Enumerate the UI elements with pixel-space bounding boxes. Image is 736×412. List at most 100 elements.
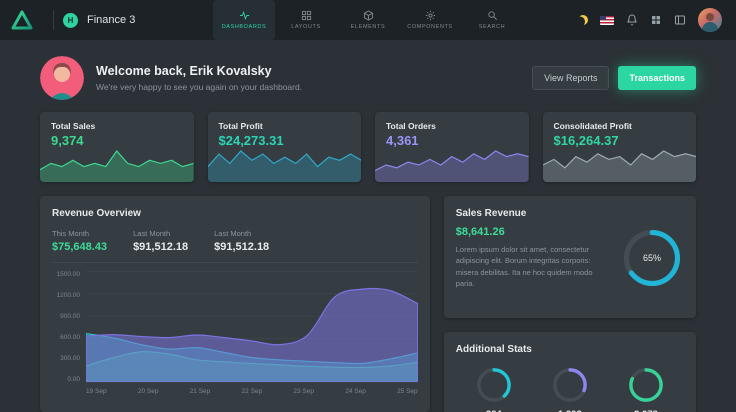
axis-tick: 24 Sep	[345, 388, 366, 395]
navbar-actions	[578, 8, 722, 32]
stat-value: $91,512.18	[133, 241, 188, 253]
stat-card-total-orders[interactable]: Total Orders 4,361	[375, 112, 529, 182]
logo-triangle-icon	[11, 10, 33, 30]
box-icon	[363, 10, 374, 21]
notifications-bell-icon[interactable]	[626, 14, 638, 26]
nav-label: ELEMENTS	[351, 24, 385, 30]
stat-label: Last Month	[133, 229, 188, 238]
nav-item-layouts[interactable]: LAYOUTS	[275, 0, 337, 40]
nav-label: LAYOUTS	[291, 24, 320, 30]
welcome-text: Welcome back, Erik Kovalsky We're very h…	[96, 64, 302, 92]
divider	[52, 262, 418, 263]
apps-grid-icon[interactable]	[650, 14, 662, 26]
main-menu: DASHBOARDS LAYOUTS ELEMENTS COMPONENTS S…	[213, 0, 523, 40]
stat-label: Consolidated Profit	[554, 121, 632, 131]
right-column: Sales Revenue $8,641.26 Lorem ipsum dolo…	[444, 196, 696, 412]
revenue-stats: This Month $75,648.43 Last Month $91,512…	[52, 229, 418, 253]
axis-tick: 22 Sep	[242, 388, 263, 395]
stat-label: Total Profit	[219, 121, 263, 131]
stat-card-total-sales[interactable]: Total Sales 9,374	[40, 112, 194, 182]
language-flag-us-icon[interactable]	[600, 16, 614, 25]
additional-stats-card: Additional Stats 264 1,203	[444, 332, 696, 412]
stat-cards-row: Total Sales 9,374 Total Profit $24,273.3…	[0, 112, 736, 182]
transactions-button[interactable]: Transactions	[618, 66, 696, 90]
axis-tick: 1500.00	[52, 271, 80, 278]
sales-body: $8,641.26 Lorem ipsum dolor sit amet, co…	[456, 226, 684, 290]
sales-description: Lorem ipsum dolor sit amet, consectetur …	[456, 244, 602, 289]
stat-label: This Month	[52, 229, 107, 238]
stat-value: $75,648.43	[52, 241, 107, 253]
donut-chart	[627, 366, 665, 404]
card-title: Sales Revenue	[456, 208, 684, 219]
profit-sparkline-chart	[208, 146, 362, 182]
nav-item-components[interactable]: COMPONENTS	[399, 0, 461, 40]
revenue-chart-area: 1500.001200.00900.00600.00300.000.00	[52, 271, 418, 383]
brand-area: H Finance 3	[0, 0, 135, 40]
brand-badge-icon: H	[63, 13, 78, 28]
stat-label: Total Sales	[51, 121, 95, 131]
sales-text: $8,641.26 Lorem ipsum dolor sit amet, co…	[456, 226, 602, 290]
nav-label: SEARCH	[479, 24, 506, 30]
stat-card-total-profit[interactable]: Total Profit $24,273.31	[208, 112, 362, 182]
avatar-illustration	[40, 56, 84, 100]
revenue-stat-this-month: This Month $75,648.43	[52, 229, 107, 253]
axis-tick: 21 Sep	[190, 388, 211, 395]
revenue-stat-last-month-2: Last Month $91,512.18	[214, 229, 269, 253]
welcome-header: Welcome back, Erik Kovalsky We're very h…	[0, 40, 736, 112]
orders-sparkline-chart	[375, 146, 529, 182]
axis-tick: 600.00	[52, 334, 80, 341]
axis-tick: 0.00	[52, 376, 80, 383]
sidebar-toggle-icon[interactable]	[674, 14, 686, 26]
dark-mode-moon-icon[interactable]	[578, 15, 588, 25]
mini-stat-3: 3,078	[627, 366, 665, 412]
nav-item-dashboards[interactable]: DASHBOARDS	[213, 0, 275, 40]
axis-tick: 23 Sep	[293, 388, 314, 395]
mini-stat-2: 1,203	[551, 366, 589, 412]
welcome-actions: View Reports Transactions	[532, 66, 696, 90]
app-logo[interactable]	[0, 0, 44, 40]
axis-tick: 25 Sep	[397, 388, 418, 395]
stat-value: $91,512.18	[214, 241, 269, 253]
revenue-chart-svg	[86, 271, 418, 382]
axis-tick: 900.00	[52, 313, 80, 320]
y-axis: 1500.001200.00900.00600.00300.000.00	[52, 271, 86, 383]
axis-tick: 300.00	[52, 355, 80, 362]
consolidated-sparkline-chart	[543, 146, 697, 182]
sales-amount: $8,641.26	[456, 226, 602, 238]
donut-chart	[551, 366, 589, 404]
revenue-overview-card: Revenue Overview This Month $75,648.43 L…	[40, 196, 430, 412]
donut-chart	[475, 366, 513, 404]
card-title: Revenue Overview	[52, 208, 418, 219]
user-avatar[interactable]	[698, 8, 722, 32]
nav-label: DASHBOARDS	[222, 24, 267, 30]
axis-tick: 19 Sep	[86, 388, 107, 395]
sales-revenue-card: Sales Revenue $8,641.26 Lorem ipsum dolo…	[444, 196, 696, 318]
mini-stat-1: 264	[475, 366, 513, 412]
sales-gauge: 65%	[620, 226, 684, 290]
nav-item-elements[interactable]: ELEMENTS	[337, 0, 399, 40]
nav-label: COMPONENTS	[407, 24, 452, 30]
view-reports-button[interactable]: View Reports	[532, 66, 609, 90]
sales-sparkline-chart	[40, 146, 194, 182]
page-title: Welcome back, Erik Kovalsky	[96, 64, 302, 78]
top-navbar: H Finance 3 DASHBOARDS LAYOUTS ELEMENTS …	[0, 0, 736, 40]
gear-icon	[425, 10, 436, 21]
x-axis: 19 Sep 20 Sep 21 Sep 22 Sep 23 Sep 24 Sep 25 S…	[86, 388, 418, 395]
search-icon	[487, 10, 498, 21]
stat-label: Total Orders	[386, 121, 436, 131]
brand-name: Finance 3	[87, 14, 135, 26]
page-subtitle: We're very happy to see you again on you…	[96, 82, 302, 92]
axis-tick: 20 Sep	[138, 388, 159, 395]
stat-label: Last Month	[214, 229, 269, 238]
welcome-avatar	[40, 56, 84, 100]
divider	[53, 10, 54, 30]
activity-icon	[239, 10, 250, 21]
mini-donuts-row: 264 1,203 3,078	[456, 366, 684, 412]
main-content: Revenue Overview This Month $75,648.43 L…	[0, 182, 736, 412]
gauge-percent-label: 65%	[620, 226, 684, 290]
stat-card-consolidated-profit[interactable]: Consolidated Profit $16,264.37	[543, 112, 697, 182]
revenue-stat-last-month: Last Month $91,512.18	[133, 229, 188, 253]
revenue-area-chart[interactable]	[86, 271, 418, 383]
nav-item-search[interactable]: SEARCH	[461, 0, 523, 40]
grid-layout-icon	[301, 10, 312, 21]
